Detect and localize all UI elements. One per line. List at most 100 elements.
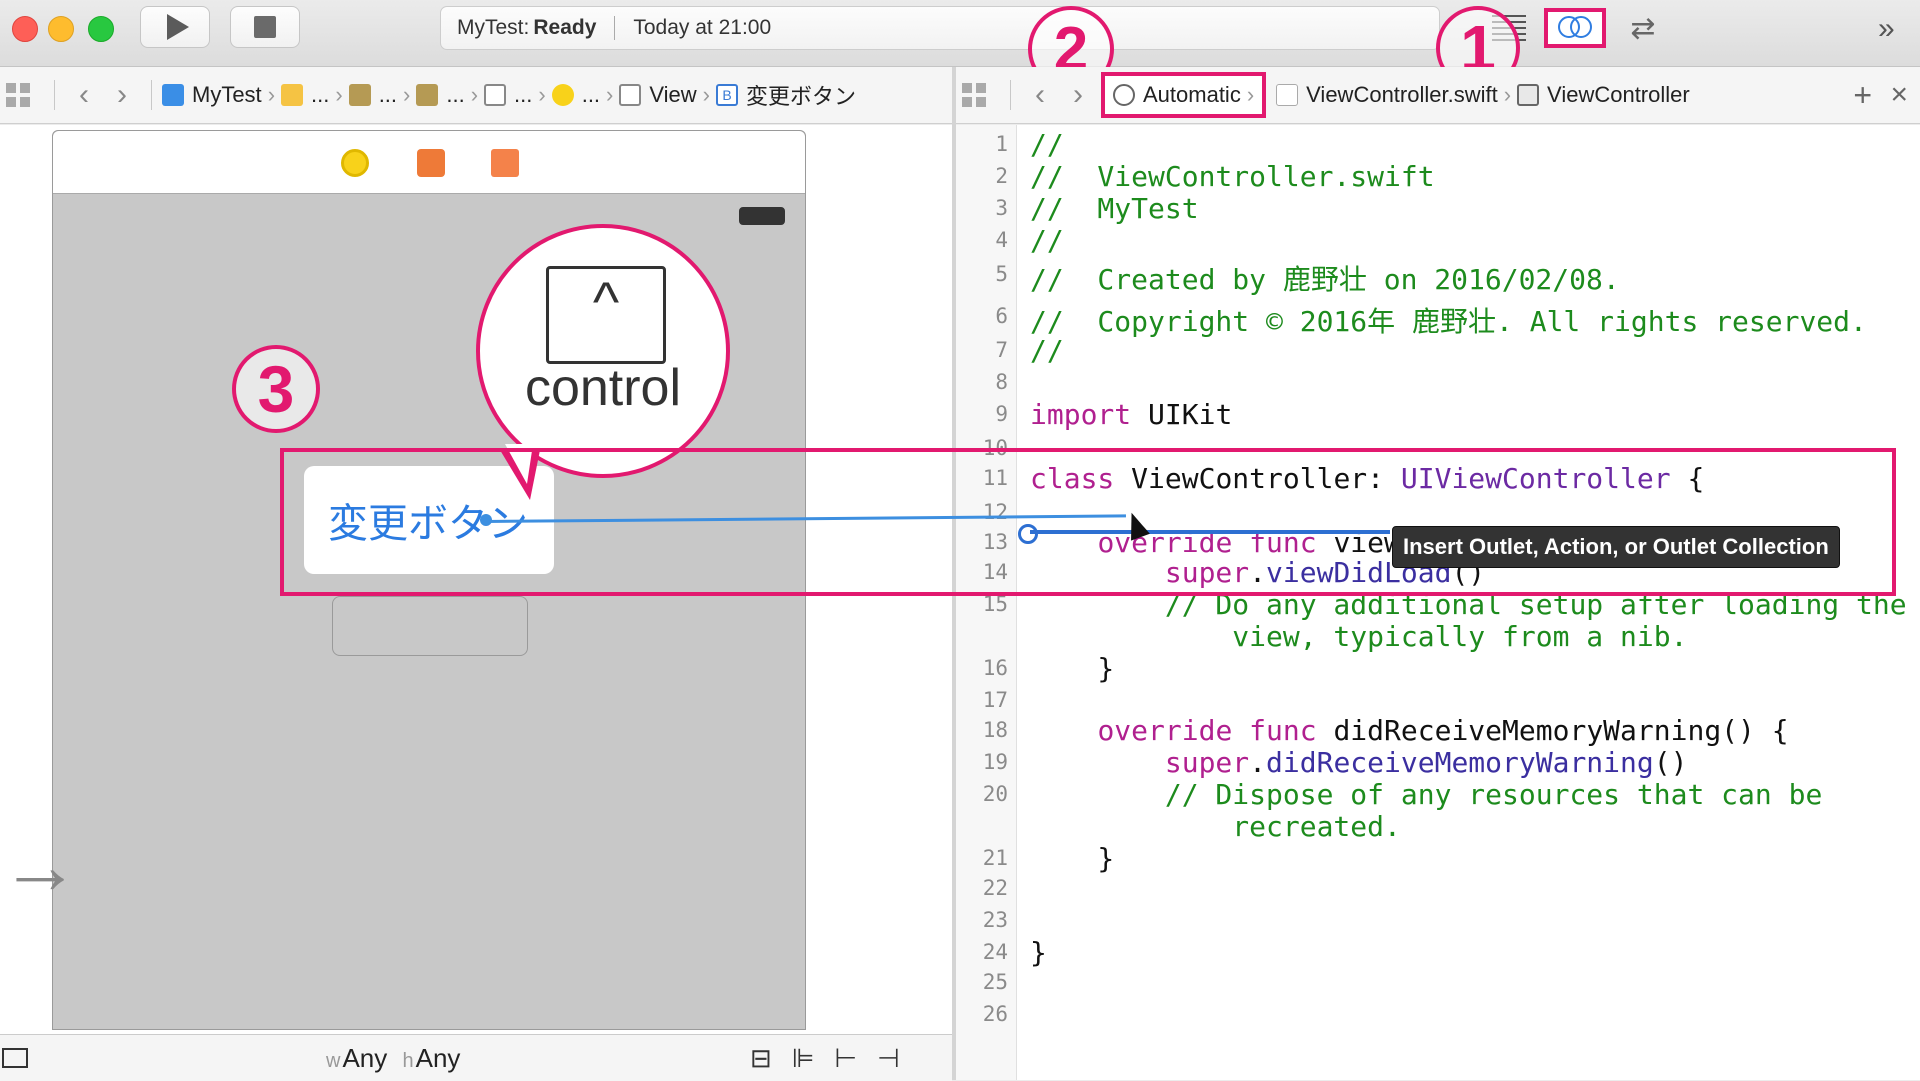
code-text: }: [1030, 652, 1114, 685]
crumb-scene[interactable]: ... ›: [484, 82, 552, 108]
crumb-swift-file[interactable]: ViewController.swift ›: [1276, 82, 1517, 108]
zoom-window-button[interactable]: [88, 16, 114, 42]
insert-outlet-tooltip: Insert Outlet, Action, or Outlet Collect…: [1392, 526, 1840, 568]
code-line[interactable]: 16 }: [956, 652, 1920, 685]
view-controller-icon: [551, 84, 574, 106]
code-line[interactable]: 9 import UIKit: [956, 398, 1920, 431]
back-button[interactable]: ‹: [79, 78, 89, 112]
code-token: // Dispose of any resources that can be: [1030, 778, 1823, 811]
storyboard-icon: [416, 84, 439, 106]
run-button[interactable]: [140, 6, 210, 48]
version-editor-button[interactable]: ⇄: [1612, 8, 1674, 48]
layout-tools-icon[interactable]: ⊟⊫⊢⊣: [750, 1043, 920, 1074]
code-line[interactable]: 4 //: [956, 224, 1920, 257]
code-line[interactable]: 22: [956, 872, 1920, 902]
code-line[interactable]: 5 // Created by 鹿野壮 on 2016/02/08.: [956, 258, 1920, 296]
size-class-control[interactable]: wAny hAny: [326, 1043, 460, 1074]
code-line[interactable]: 24}: [956, 936, 1920, 969]
code-line[interactable]: 6// Copyright © 2016年 鹿野壮. All rights re…: [956, 300, 1920, 338]
control-key-callout: ^ control: [476, 224, 730, 478]
assistant-forward-button[interactable]: ›: [1073, 78, 1083, 112]
code-line[interactable]: 18 override func didReceiveMemoryWarning…: [956, 714, 1920, 747]
code-line[interactable]: 25: [956, 966, 1920, 996]
stop-button[interactable]: [230, 6, 300, 48]
code-token: view, typically from a nib.: [1030, 620, 1688, 653]
code-line[interactable]: 1 //: [956, 128, 1920, 161]
battery-icon: [739, 207, 785, 225]
code-line[interactable]: 7 //: [956, 334, 1920, 367]
code-line[interactable]: 3 // MyTest: [956, 192, 1920, 225]
activity-viewer: MyTest: Ready Today at 21:00: [440, 6, 1440, 50]
code-token: }: [1030, 936, 1047, 969]
code-text: recreated.: [1030, 810, 1401, 843]
crumb-class[interactable]: ViewController: [1517, 82, 1690, 108]
line-number: 4: [995, 228, 1008, 252]
code-text: //: [1030, 334, 1064, 367]
scene-dock: [53, 131, 805, 194]
line-number: 24: [982, 940, 1008, 964]
code-line[interactable]: 23: [956, 904, 1920, 934]
line-number: 1: [995, 132, 1008, 156]
code-editor[interactable]: 1 // 2 // ViewController.swift 3 // MyTest 4 //…: [956, 125, 1920, 1080]
line-number: 8: [995, 370, 1008, 394]
crumb-file[interactable]: ... ›: [348, 82, 417, 108]
code-line[interactable]: view, typically from a nib.: [956, 620, 1920, 653]
scene-icon: [484, 84, 507, 106]
code-token: UIKit: [1131, 398, 1233, 431]
exit-icon[interactable]: [491, 149, 519, 177]
code-line[interactable]: 2 // ViewController.swift: [956, 160, 1920, 193]
related-items-icon[interactable]: [6, 83, 30, 107]
code-line[interactable]: 17: [956, 684, 1920, 714]
class-icon: [1517, 84, 1540, 106]
insert-point-line: [1030, 530, 1390, 534]
code-line[interactable]: recreated.: [956, 810, 1920, 843]
code-text: view, typically from a nib.: [1030, 620, 1687, 653]
entry-point-arrow-icon: →: [0, 821, 80, 910]
assistant-back-button[interactable]: ‹: [1035, 78, 1045, 112]
crumb-button[interactable]: B 変更ボタン: [716, 79, 856, 111]
line-number: 18: [982, 718, 1008, 742]
crumb-storyboard[interactable]: ... ›: [416, 82, 484, 108]
storyboard-jump-bar: ‹ › MyTest › ... › ... › ... › ... › ... › Vie…: [0, 67, 952, 124]
code-line[interactable]: 19 super.didReceiveMemoryWarning(): [956, 746, 1920, 779]
add-editor-icon[interactable]: +: [1853, 77, 1872, 114]
close-window-button[interactable]: [12, 16, 38, 42]
code-token: super: [1164, 746, 1250, 779]
run-icon: [167, 14, 189, 40]
code-line[interactable]: 8: [956, 366, 1920, 396]
line-number: 7: [995, 338, 1008, 362]
crumb-project[interactable]: MyTest ›: [162, 82, 281, 108]
code-token: //: [1030, 128, 1064, 161]
code-text: super.didReceiveMemoryWarning(): [1030, 746, 1688, 779]
code-text: import UIKit: [1030, 398, 1232, 431]
toolbar-overflow-button[interactable]: »: [1878, 12, 1895, 46]
folder-icon: [281, 84, 304, 106]
code-token: (): [1653, 746, 1688, 779]
code-line[interactable]: 26: [956, 998, 1920, 1028]
code-line[interactable]: 20 // Dispose of any resources that can …: [956, 778, 1920, 811]
code-token: import: [1030, 398, 1132, 431]
document-outline-toggle-icon[interactable]: [2, 1048, 28, 1068]
assistant-editor-icon: [1558, 16, 1592, 40]
line-number: 21: [982, 846, 1008, 870]
line-number: 26: [982, 1002, 1008, 1026]
line-number: 20: [982, 782, 1008, 806]
code-token: //: [1030, 224, 1064, 257]
build-time: Today at 21:00: [633, 16, 772, 39]
code-line[interactable]: 21 }: [956, 842, 1920, 875]
minimize-window-button[interactable]: [48, 16, 74, 42]
second-button[interactable]: [332, 596, 528, 656]
view-icon: [619, 84, 642, 106]
automatic-mode-crumb[interactable]: Automatic ›: [1101, 72, 1267, 118]
forward-button[interactable]: ›: [117, 78, 127, 112]
close-editor-icon[interactable]: ×: [1890, 78, 1908, 112]
assistant-editor-button[interactable]: [1544, 8, 1606, 48]
related-items-icon-assistant[interactable]: [962, 83, 986, 107]
view-controller-dock-icon[interactable]: [341, 149, 369, 177]
crumb-folder[interactable]: ... ›: [281, 82, 349, 108]
scheme-name: MyTest:: [457, 16, 530, 39]
crumb-view[interactable]: View ›: [619, 82, 716, 108]
first-responder-icon[interactable]: [417, 149, 445, 177]
crumb-view-controller[interactable]: ... ›: [551, 82, 620, 108]
